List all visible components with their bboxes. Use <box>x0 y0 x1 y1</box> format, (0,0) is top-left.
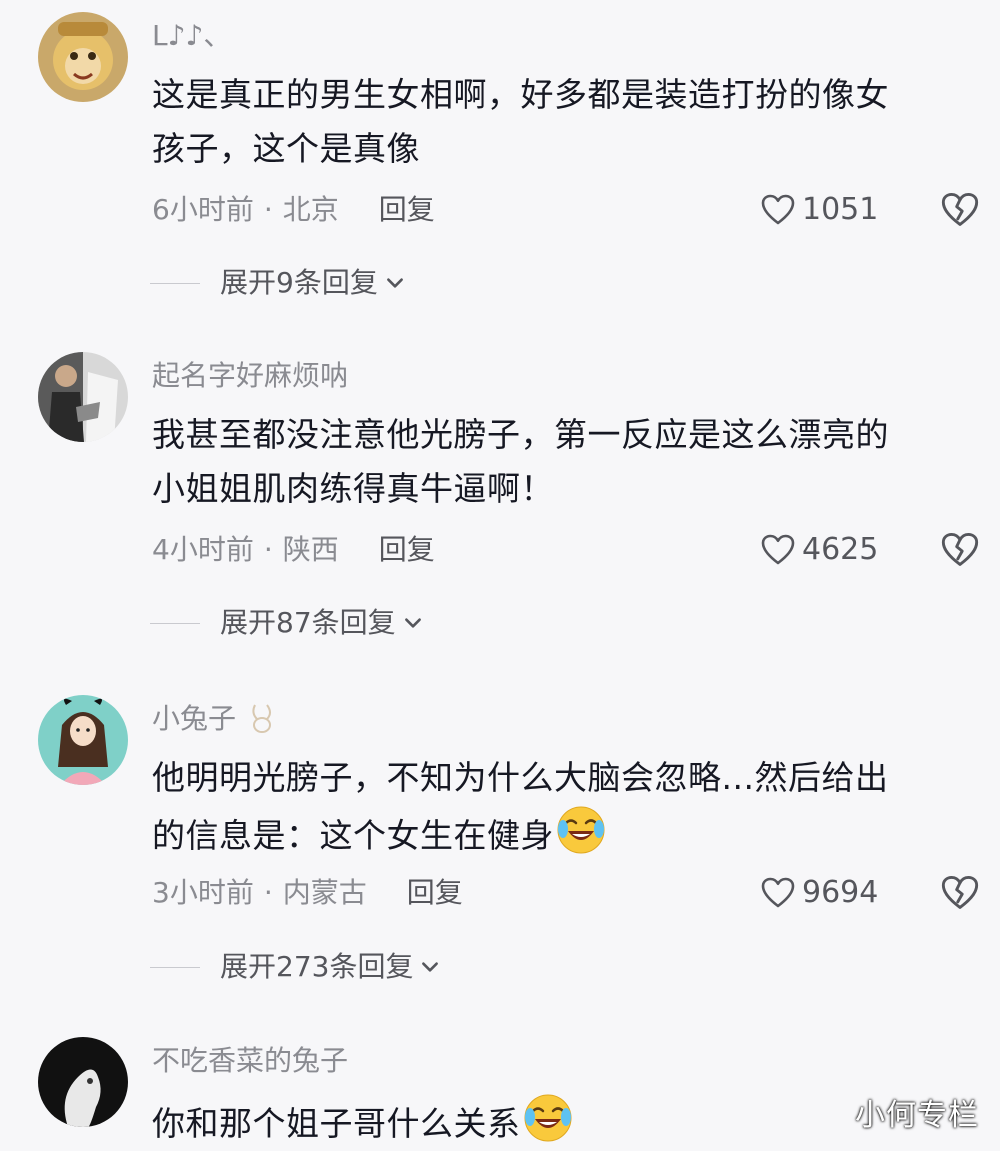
laugh-cry-emoji <box>556 805 606 855</box>
broken-heart-icon[interactable] <box>940 530 980 570</box>
broken-heart-icon[interactable] <box>940 190 980 230</box>
comment-line-with-emoji: 的信息是：这个女生在健身 <box>152 805 977 863</box>
heart-outline-icon <box>760 192 796 228</box>
avatar[interactable] <box>38 352 128 442</box>
chevron-down-icon <box>402 612 424 634</box>
avatar[interactable] <box>38 1037 128 1127</box>
comment-line: 的信息是：这个女生在健身 <box>152 816 554 855</box>
username[interactable]: L♪♪、 <box>152 18 231 54</box>
username[interactable]: 不吃香菜的兔子 <box>152 1043 348 1079</box>
expand-label: 展开87条回复 <box>220 606 396 639</box>
comment-line: 小姐姐肌肉练得真牛逼啊！ <box>152 469 554 508</box>
location: 北京 <box>282 193 339 226</box>
like-count: 4625 <box>802 532 879 567</box>
comment-meta: 6小时前 · 北京 回复 <box>152 190 435 230</box>
timestamp: 4小时前 <box>152 533 254 566</box>
expand-replies-button[interactable]: 展开9条回复 <box>150 263 406 303</box>
comment-line: 他明明光膀子，不知为什么大脑会忽略...然后给出 <box>152 758 889 797</box>
separator: · <box>263 876 273 909</box>
avatar[interactable] <box>38 12 128 102</box>
chevron-down-icon <box>384 272 406 294</box>
like-button[interactable]: 4625 <box>760 530 900 570</box>
comment-meta: 4小时前 · 陕西 回复 <box>152 530 435 570</box>
comment-line: 这是真正的男生女相啊，好多都是装造打扮的像女 <box>152 75 889 114</box>
comment-line: 孩子，这个是真像 <box>152 129 420 168</box>
divider <box>150 282 200 284</box>
like-count: 1051 <box>802 192 879 227</box>
comment-text: 我甚至都没注意他光膀子，第一反应是这么漂亮的 小姐姐肌肉练得真牛逼啊！ <box>152 408 977 516</box>
expand-replies-button[interactable]: 展开87条回复 <box>150 603 424 643</box>
chevron-down-icon <box>419 956 441 978</box>
watermark: 小何专栏 <box>855 1098 979 1133</box>
comment-line: 我甚至都没注意他光膀子，第一反应是这么漂亮的 <box>152 415 889 454</box>
comment-meta: 3小时前 · 内蒙古 回复 <box>152 873 463 913</box>
comment-line: 你和那个姐子哥什么关系 <box>152 1104 521 1143</box>
like-count: 9694 <box>802 875 879 910</box>
bunny-icon <box>252 704 271 733</box>
reply-button[interactable]: 回复 <box>379 533 435 566</box>
username-text: 小兔子 <box>152 702 237 735</box>
laugh-cry-emoji <box>523 1093 573 1143</box>
avatar[interactable] <box>38 695 128 785</box>
heart-outline-icon <box>760 532 796 568</box>
reply-button[interactable]: 回复 <box>379 193 435 226</box>
location: 陕西 <box>282 533 339 566</box>
username[interactable]: 起名字好麻烦呐 <box>152 358 348 394</box>
divider <box>150 622 200 624</box>
divider <box>150 966 200 968</box>
location: 内蒙古 <box>282 876 367 909</box>
heart-outline-icon <box>760 875 796 911</box>
reply-button[interactable]: 回复 <box>407 876 463 909</box>
separator: · <box>263 533 273 566</box>
comment-text: 这是真正的男生女相啊，好多都是装造打扮的像女 孩子，这个是真像 <box>152 68 977 176</box>
expand-label: 展开9条回复 <box>220 266 378 299</box>
separator: · <box>263 193 273 226</box>
expand-replies-button[interactable]: 展开273条回复 <box>150 947 441 987</box>
comment-text: 你和那个姐子哥什么关系 <box>152 1093 977 1151</box>
like-button[interactable]: 9694 <box>760 873 900 913</box>
username[interactable]: 小兔子 <box>152 701 275 737</box>
comment-text: 他明明光膀子，不知为什么大脑会忽略...然后给出 的信息是：这个女生在健身 <box>152 751 977 863</box>
timestamp: 6小时前 <box>152 193 254 226</box>
like-button[interactable]: 1051 <box>760 190 900 230</box>
comment-line-with-emoji: 你和那个姐子哥什么关系 <box>152 1093 977 1151</box>
timestamp: 3小时前 <box>152 876 254 909</box>
expand-label: 展开273条回复 <box>220 950 414 983</box>
broken-heart-icon[interactable] <box>940 873 980 913</box>
